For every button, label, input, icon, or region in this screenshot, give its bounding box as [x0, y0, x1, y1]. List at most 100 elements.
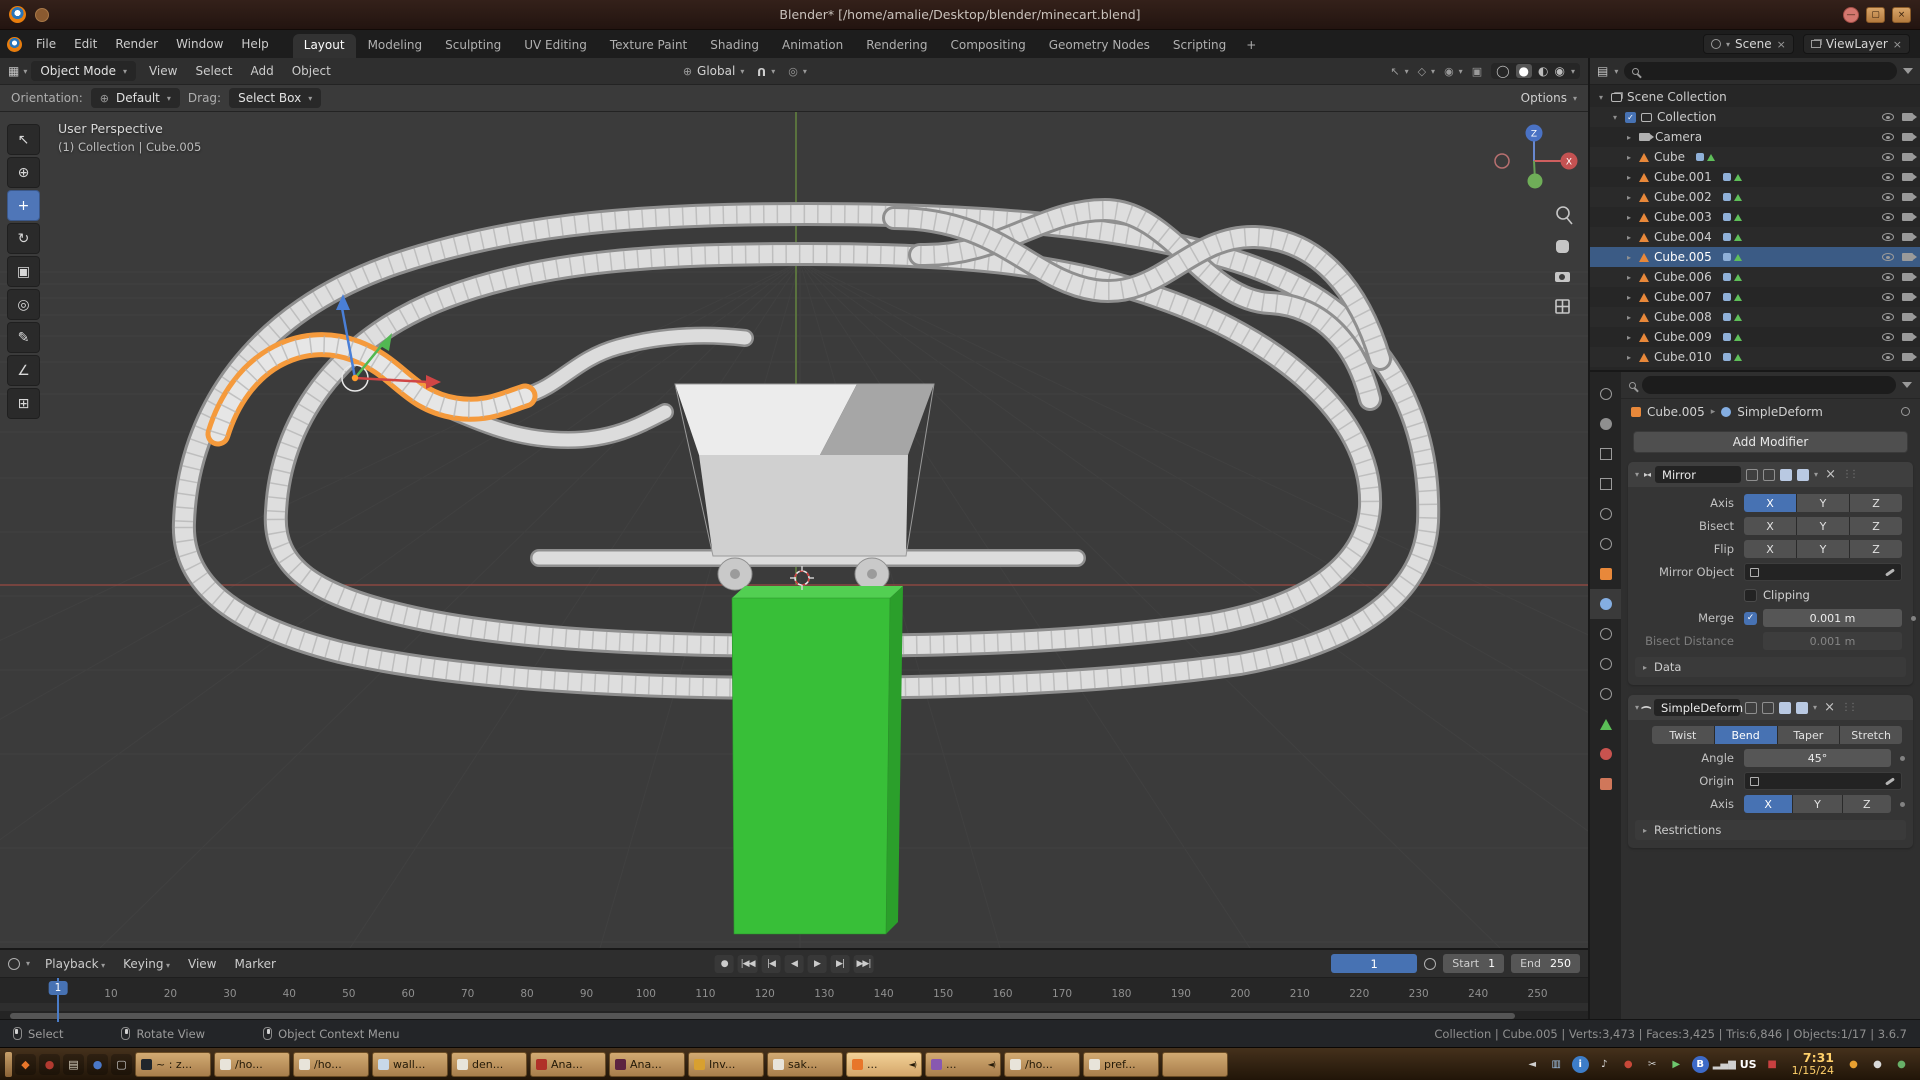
disable-render-toggle-icon[interactable] [1902, 213, 1913, 221]
menu-help[interactable]: Help [232, 34, 277, 54]
menu-render[interactable]: Render [106, 34, 167, 54]
browser-icon[interactable]: ● [39, 1054, 60, 1075]
proportional-editing-dropdown[interactable]: ◎ ▾ [788, 65, 807, 78]
orientation-setting-dropdown[interactable]: ⊕ Default ▾ [91, 88, 180, 108]
properties-tab-physics[interactable] [1590, 649, 1621, 679]
frame-start-field[interactable]: Start 1 [1443, 954, 1504, 973]
network-icon[interactable]: ▂▄▆ [1716, 1056, 1733, 1073]
menu-edit[interactable]: Edit [65, 34, 106, 54]
rotate-tool[interactable]: ↻ [7, 223, 40, 254]
expand-toggle-icon[interactable]: ▸ [1624, 173, 1634, 182]
scale-tool[interactable]: ▣ [7, 256, 40, 287]
jump-to-end-button[interactable]: ▶▶| [854, 955, 874, 973]
expand-toggle-icon[interactable]: ▸ [1624, 153, 1634, 162]
task-button-1[interactable]: ~ : z... [135, 1052, 211, 1077]
task-button-2[interactable]: /ho... [214, 1052, 290, 1077]
mirror-bisect-z-toggle[interactable]: Z [1850, 517, 1902, 535]
annotate-tool[interactable]: ✎ [7, 322, 40, 353]
disable-render-toggle-icon[interactable] [1902, 173, 1913, 181]
taskbar-clock[interactable]: 7:31 1/15/24 [1792, 1051, 1834, 1077]
breadcrumb-object[interactable]: Cube.005 [1647, 405, 1705, 419]
workspace-tab-shading[interactable]: Shading [699, 34, 770, 58]
task-button-12[interactable]: /ho... [1004, 1052, 1080, 1077]
collection-checkbox[interactable]: ✓ [1625, 112, 1636, 123]
shading-material-icon[interactable]: ◐ [1538, 64, 1548, 78]
info-icon[interactable]: i [1572, 1056, 1589, 1073]
viewport-menu-view[interactable]: View [140, 61, 186, 81]
edit-mode-toggle-icon[interactable] [1745, 702, 1757, 714]
outliner-row-cube-004[interactable]: ▸Cube.004 [1590, 227, 1920, 247]
security-icon[interactable]: ● [1893, 1056, 1910, 1073]
breadcrumb-modifier[interactable]: SimpleDeform [1737, 405, 1823, 419]
cage-toggle-icon[interactable] [1763, 469, 1775, 481]
menu-file[interactable]: File [27, 34, 65, 54]
disable-render-toggle-icon[interactable] [1902, 133, 1913, 141]
disable-render-toggle-icon[interactable] [1902, 193, 1913, 201]
notes-app-icon[interactable]: ▤ [63, 1054, 84, 1075]
viewport-menu-object[interactable]: Object [283, 61, 340, 81]
properties-tab-texture[interactable] [1590, 769, 1621, 799]
shading-solid-icon[interactable]: ● [1516, 64, 1532, 78]
empty-task-button[interactable] [1162, 1052, 1228, 1077]
mirror-bisect-y-toggle[interactable]: Y [1797, 517, 1849, 535]
deform-axis-z-toggle[interactable]: Z [1843, 795, 1891, 813]
filter-icon[interactable] [1902, 382, 1912, 388]
remove-modifier-button[interactable]: × [1824, 700, 1835, 715]
frame-end-field[interactable]: End 250 [1511, 954, 1580, 973]
properties-tab-material[interactable] [1590, 739, 1621, 769]
move-tool[interactable]: + [7, 190, 40, 221]
angle-field[interactable]: 45° [1744, 749, 1891, 767]
transform-orientation-dropdown[interactable]: ⊕ Global ▾ [683, 64, 745, 78]
maximize-button[interactable]: ▢ [1866, 7, 1885, 23]
jump-to-start-button[interactable]: |◀◀ [738, 955, 758, 973]
mirror-flip-x-toggle[interactable]: X [1744, 540, 1796, 558]
properties-tab-modifiers[interactable] [1590, 589, 1621, 619]
mirror-axis-x-toggle[interactable]: X [1744, 494, 1796, 512]
auto-keying-button[interactable]: ● [715, 955, 734, 973]
frame-ruler[interactable]: 1 10203040506070809010011012013014015016… [0, 977, 1588, 1003]
hide-viewport-toggle-icon[interactable] [1882, 293, 1894, 301]
outliner-row-cube-009[interactable]: ▸Cube.009 [1590, 327, 1920, 347]
select-box-tool[interactable]: ↖ [7, 124, 40, 155]
hide-viewport-toggle-icon[interactable] [1882, 333, 1894, 341]
play-reverse-button[interactable]: ◀ [785, 955, 804, 973]
workspace-tab-rendering[interactable]: Rendering [855, 34, 938, 58]
outliner-row-cube-010[interactable]: ▸Cube.010 [1590, 347, 1920, 367]
volume-mixer-icon[interactable]: ● [1869, 1056, 1886, 1073]
outliner-row-cube-002[interactable]: ▸Cube.002 [1590, 187, 1920, 207]
music-player-icon[interactable]: ♪ [1596, 1056, 1613, 1073]
expand-toggle-icon[interactable]: ▸ [1624, 253, 1634, 262]
outliner-row-collection[interactable]: ▾✓Collection [1590, 107, 1920, 127]
mirror-axis-y-toggle[interactable]: Y [1797, 494, 1849, 512]
snap-dropdown[interactable]: U ▾ [757, 65, 775, 78]
expand-toggle-icon[interactable]: ▸ [1624, 333, 1634, 342]
simpledeform-modifier-header[interactable]: ▾ ( SimpleDeform ▾ × ⋮⋮ [1628, 695, 1913, 720]
properties-tab-tool[interactable] [1590, 379, 1621, 409]
playhead-frame-label[interactable]: 1 [49, 981, 68, 995]
deform-mode-taper[interactable]: Taper [1778, 726, 1840, 744]
editor-type-icon[interactable]: ▦ [8, 64, 19, 78]
object-mode-dropdown[interactable]: Object Mode ▾ [31, 61, 136, 81]
system-monitor-icon[interactable]: ▥ [1548, 1056, 1565, 1073]
workspace-tab-modeling[interactable]: Modeling [357, 34, 434, 58]
workspace-tab-texture-paint[interactable]: Texture Paint [599, 34, 698, 58]
timeline-menu-marker[interactable]: Marker [225, 954, 284, 974]
hide-viewport-toggle-icon[interactable] [1882, 113, 1894, 121]
play-status-icon[interactable]: ▶ [1668, 1056, 1685, 1073]
hide-viewport-toggle-icon[interactable] [1882, 233, 1894, 241]
disable-render-toggle-icon[interactable] [1902, 313, 1913, 321]
mirror-object-field[interactable] [1744, 563, 1902, 581]
hide-viewport-toggle-icon[interactable] [1882, 353, 1894, 361]
timeline-menu-playback[interactable]: Playback ▾ [36, 954, 114, 974]
3d-viewport[interactable]: Z X ↖⊕+↻▣◎✎∠⊞ [0, 112, 1588, 948]
viewport-menu-add[interactable]: Add [241, 61, 282, 81]
expand-toggle-icon[interactable]: ▸ [1624, 193, 1634, 202]
expand-toggle-icon[interactable]: ▸ [1624, 273, 1634, 282]
disable-render-toggle-icon[interactable] [1902, 353, 1913, 361]
task-button-7[interactable]: Ana... [609, 1052, 685, 1077]
close-button[interactable]: × [1892, 7, 1911, 23]
disable-render-toggle-icon[interactable] [1902, 113, 1913, 121]
merge-checkbox[interactable]: ✓ [1744, 612, 1757, 625]
workspace-tab-uv-editing[interactable]: UV Editing [513, 34, 598, 58]
drag-handle-icon[interactable]: ⋮⋮ [1841, 702, 1855, 713]
